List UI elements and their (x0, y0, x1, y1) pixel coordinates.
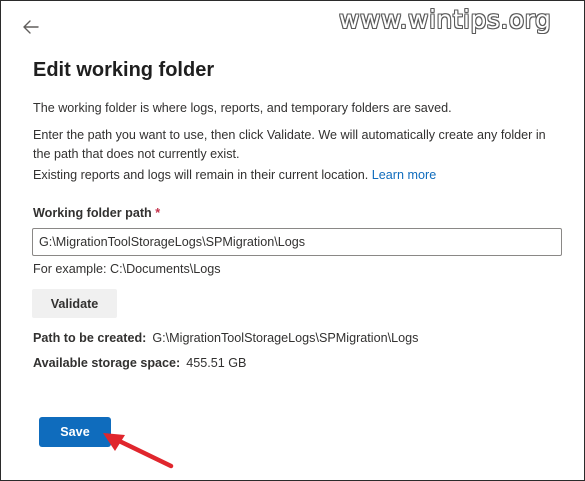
required-indicator: * (155, 206, 161, 220)
learn-more-link[interactable]: Learn more (372, 168, 436, 182)
working-folder-path-input[interactable] (32, 228, 562, 256)
dialog-frame: www.wintips.org Edit working folder The … (0, 0, 585, 481)
instruction-text: Enter the path you want to use, then cli… (33, 128, 546, 161)
existing-logs-text: Existing reports and logs will remain in… (33, 168, 369, 182)
working-folder-label: Working folder path * (33, 206, 160, 220)
path-to-be-created: Path to be created: G:\MigrationToolStora… (33, 331, 418, 345)
validate-button[interactable]: Validate (32, 289, 117, 318)
watermark: www.wintips.org (339, 5, 552, 34)
available-storage-value: 455.51 GB (186, 356, 247, 370)
page-title: Edit working folder (33, 59, 215, 81)
path-to-be-created-label: Path to be created: (33, 331, 147, 345)
path-to-be-created-value: G:\MigrationToolStorageLogs\SPMigration\… (152, 331, 419, 345)
existing-logs-note: Existing reports and logs will remain in… (33, 166, 553, 185)
available-storage: Available storage space: 455.51 GB (33, 356, 246, 370)
description-text: The working folder is where logs, report… (33, 101, 452, 115)
annotation-arrow-icon (103, 433, 174, 469)
arrow-left-icon (23, 20, 39, 34)
available-storage-label: Available storage space: (33, 356, 181, 370)
working-folder-label-text: Working folder path (33, 206, 152, 220)
example-hint: For example: C:\Documents\Logs (33, 262, 221, 276)
back-button[interactable] (19, 15, 43, 39)
